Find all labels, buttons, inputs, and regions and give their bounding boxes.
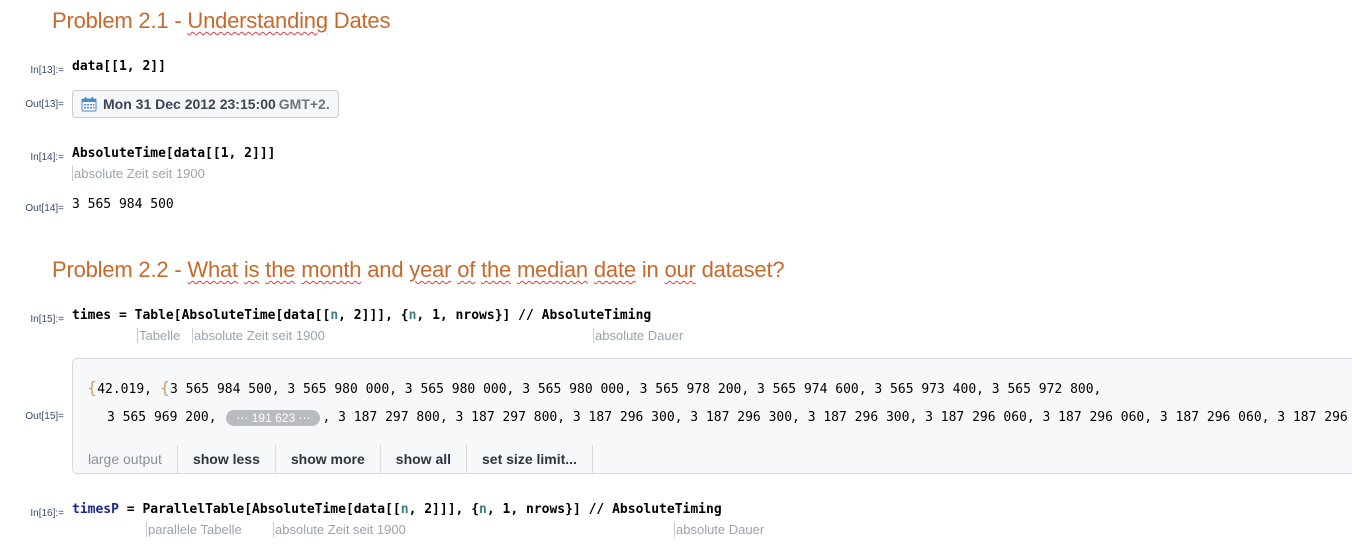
code-undefined-symbol: timesP — [72, 502, 119, 517]
list-values: , 3 187 297 800, 3 187 297 800, 3 187 29… — [322, 410, 1352, 425]
section-title-word: in — [635, 257, 665, 282]
section-title-word: date — [593, 257, 636, 282]
code-function: AbsoluteTime — [252, 502, 346, 517]
elided-items-button[interactable]: ⋯ 191 623 ⋯ — [226, 409, 321, 426]
input-label-13: In[13]:= — [30, 65, 64, 76]
date-text: Mon 31 Dec 2012 23:15:00 — [103, 96, 276, 112]
input-label-14: In[14]:= — [30, 152, 64, 163]
section-title-word: What — [187, 257, 238, 282]
code-bracket: [ — [244, 502, 253, 517]
output-label-13: Out[13]= — [25, 99, 64, 110]
code-text: , 2]]], { — [408, 502, 480, 517]
section-title-2-2: Problem 2.2 - What is the month and year… — [52, 257, 785, 283]
code-scoped-variable: n — [400, 502, 409, 517]
output-label-14: Out[14]= — [25, 203, 64, 214]
calendar-icon — [81, 96, 97, 112]
open-brace: { — [159, 378, 170, 397]
section-title-word: median — [516, 257, 588, 282]
large-output-toolbar: large output show less show more show al… — [73, 445, 593, 473]
code-hint-paralleltable: parallele Tabelle — [146, 522, 242, 537]
input-cell-15[interactable]: times = Table[AbsoluteTime[data[[n, 2]]]… — [72, 308, 651, 323]
section-title-word: the — [481, 257, 512, 282]
section-title-prefix: Problem 2.1 - — [52, 8, 188, 33]
code-symbol: times — [72, 308, 112, 323]
output-cell-14: 3 565 984 500 — [72, 197, 174, 212]
input-label-15: In[15]:= — [30, 314, 64, 325]
timezone-text: GMT+2. — [278, 96, 330, 112]
show-all-button[interactable]: show all — [381, 445, 468, 473]
code-function: ParallelTable — [142, 502, 245, 517]
section-title-word: Understanding — [187, 8, 328, 33]
code-hint-absolutetime: absolute Zeit seit 1900 — [72, 166, 205, 181]
code-hint-absolutetiming: absolute Dauer — [674, 522, 765, 537]
output-label-15: Out[15]= — [25, 411, 64, 422]
section-title-word: is — [243, 257, 260, 282]
output-line-1: {42.019, {3 565 984 500, 3 565 980 000, … — [87, 378, 1101, 397]
date-object-output[interactable]: Mon 31 Dec 2012 23:15:00 GMT+2. — [72, 90, 339, 118]
section-title-word: the — [265, 257, 296, 282]
code-hint-absolutetiming: absolute Dauer — [593, 328, 684, 343]
code-text: [data[[ — [345, 502, 401, 517]
code-function: AbsoluteTime — [181, 308, 276, 323]
code-text: , 2]]], { — [338, 308, 409, 323]
section-title-word: Dates — [327, 8, 391, 33]
section-title-word: month — [301, 257, 362, 282]
output-line-2: 3 565 969 200, ⋯ 191 623 ⋯, 3 187 297 80… — [107, 406, 1352, 426]
large-output-box: {42.019, {3 565 984 500, 3 565 980 000, … — [72, 358, 1352, 474]
code-hint-absolutetime: absolute Zeit seit 1900 — [273, 522, 406, 537]
code-operator: = — [118, 502, 143, 517]
list-values: 3 565 969 200, — [107, 410, 225, 425]
input-label-16: In[16]:= — [30, 508, 64, 519]
code-scoped-variable: n — [479, 502, 487, 517]
section-title-word: year — [409, 257, 452, 282]
section-title-prefix: Problem 2.2 - — [52, 257, 188, 282]
section-title-word: our — [664, 257, 696, 282]
code-bracket: [ — [173, 308, 182, 323]
open-brace: { — [87, 378, 98, 397]
set-size-limit-button[interactable]: set size limit... — [467, 445, 593, 473]
section-title-word: of — [457, 257, 476, 282]
code-scoped-variable: n — [330, 308, 339, 323]
show-more-button[interactable]: show more — [276, 445, 381, 473]
section-title-2-1: Problem 2.1 - Understanding Dates — [52, 8, 390, 34]
timing-value: 42.019, — [97, 382, 160, 397]
code-hint-table: Tabelle — [137, 328, 181, 343]
large-output-label: large output — [73, 445, 178, 473]
code-text: , 1, nrows}] // AbsoluteTiming — [486, 502, 722, 517]
input-cell-13[interactable]: data[[1, 2]] — [72, 59, 166, 74]
code-text: [data[[ — [275, 308, 331, 323]
list-values: 3 565 984 500, 3 565 980 000, 3 565 980 … — [170, 382, 1102, 397]
section-title-word: and — [361, 257, 410, 282]
code-operator: = — [111, 308, 135, 323]
input-cell-14[interactable]: AbsoluteTime[data[[1, 2]]] — [72, 146, 276, 161]
show-less-button[interactable]: show less — [178, 445, 276, 473]
code-function: Table — [134, 308, 174, 323]
input-cell-16[interactable]: timesP = ParallelTable[AbsoluteTime[data… — [72, 502, 722, 517]
code-text: , 1, nrows}] // AbsoluteTiming — [416, 308, 652, 323]
section-title-word: dataset? — [695, 257, 785, 282]
code-hint-absolutetime: absolute Zeit seit 1900 — [192, 328, 325, 343]
